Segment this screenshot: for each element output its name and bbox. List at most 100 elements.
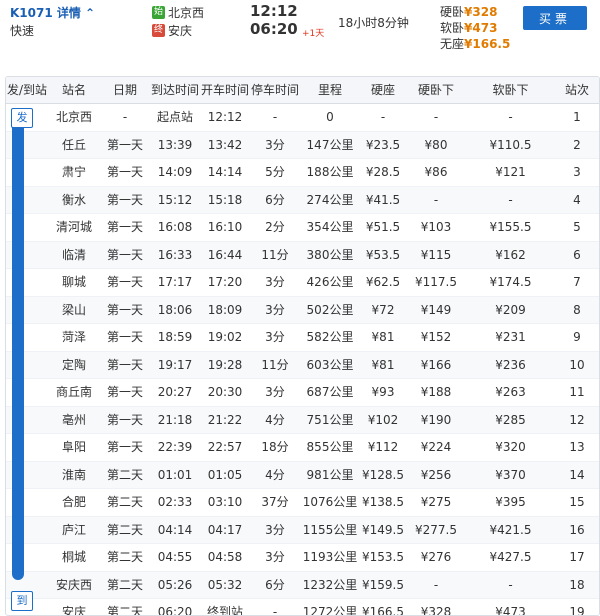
table-cell: 16:08 [157, 220, 193, 234]
table-row: 安庆 第二天 06:20 终到站 - 1272公里 ¥166.5 ¥328 ¥473 19 [6, 599, 599, 616]
col-header: 开车时间 [200, 83, 249, 97]
table-cell: 12 [569, 412, 585, 427]
table-cell: - [272, 605, 278, 616]
table-cell: 4 [573, 192, 581, 207]
table-cell: - [508, 577, 513, 592]
table-row: 菏泽 第一天 18:59 19:02 3分 582公里 ¥81 ¥152 ¥231 9 [6, 324, 599, 352]
table-cell: 1155公里 [302, 522, 358, 537]
start-badge-icon: 始 [152, 6, 165, 19]
table-row: 北京西 - 起点站 12:12 - 0 - - - 1 [6, 104, 599, 132]
table-cell: ¥224 [420, 440, 452, 454]
table-cell: 第二天 [106, 495, 143, 509]
table-cell: 10 [569, 357, 585, 372]
table-row: 庐江 第二天 04:14 04:17 3分 1155公里 ¥149.5 ¥277.5 ¥421.… [6, 516, 599, 544]
table-cell: ¥93 [371, 385, 395, 399]
table-cell: 04:58 [207, 550, 243, 564]
table-cell: 04:14 [157, 522, 193, 537]
table-cell: ¥86 [424, 165, 448, 179]
table-cell: 安庆 [61, 605, 86, 616]
table-row: 肃宁 第一天 14:09 14:14 5分 188公里 ¥28.5 ¥86 ¥121 3 [6, 159, 599, 187]
table-cell: 第一天 [106, 192, 143, 207]
table-cell: 5 [573, 220, 581, 234]
table-cell: 第二天 [106, 522, 143, 537]
table-cell: 15 [569, 495, 585, 509]
table-cell: 3分 [265, 522, 285, 537]
table-cell: 3分 [265, 330, 285, 344]
table-cell: 18:59 [157, 330, 193, 344]
col-header: 到达时间 [150, 83, 199, 97]
table-cell: 19:28 [207, 357, 243, 372]
table-row: 任丘 第一天 13:39 13:42 3分 147公里 ¥23.5 ¥80 ¥110.5 2 [6, 131, 599, 159]
table-cell: 1 [573, 110, 581, 124]
table-row: 商丘南 第一天 20:27 20:30 3分 687公里 ¥93 ¥188 ¥263 11 [6, 379, 599, 407]
table-cell: ¥115 [420, 247, 452, 262]
table-cell: ¥102 [367, 412, 399, 427]
table-cell: 衡水 [61, 192, 86, 207]
table-cell: 安庆西 [55, 577, 92, 592]
table-cell: 清河城 [55, 220, 92, 234]
price-hard-sleeper: 硬卧¥328 [440, 5, 498, 19]
table-cell: 11 [569, 385, 585, 399]
table-cell: 02:33 [157, 495, 193, 509]
table-cell: 7 [573, 275, 581, 289]
table-cell: - [272, 110, 278, 124]
table-cell: 274公里 [306, 192, 354, 207]
table-cell: 任丘 [61, 137, 86, 152]
table-body: 北京西 - 起点站 12:12-0- - -1 任丘 第一天 13:39 13:42 3分 147公里… [6, 104, 599, 616]
table-cell: - [433, 192, 439, 207]
table-cell: 8 [573, 302, 581, 317]
table-cell: ¥81 [371, 330, 395, 344]
table-cell: 855公里 [306, 440, 354, 454]
table-cell: 第二天 [106, 550, 143, 564]
table-cell: ¥421.5 [489, 522, 532, 537]
table-cell: 第一天 [106, 137, 143, 152]
table-cell: 22:39 [157, 440, 193, 454]
table-cell: 定陶 [61, 357, 86, 372]
table-cell: 147公里 [306, 137, 354, 152]
table-cell: 05:26 [157, 577, 193, 592]
table-cell: 37分 [261, 495, 289, 509]
table-cell: 11分 [261, 247, 289, 262]
from-station-name: 北京西 [168, 6, 205, 20]
col-header: 发/到站 [6, 83, 48, 97]
table-cell: 聊城 [61, 275, 86, 289]
table-cell: 1193公里 [302, 550, 358, 564]
table-cell: 17:17 [157, 275, 193, 289]
table-cell: ¥236 [495, 357, 526, 372]
table-cell: ¥263 [495, 385, 526, 399]
stops-table: 发/到站 站名 日期 到达时间 开车时间 停车时间 里程 硬座 硬卧下 软卧下 … [5, 76, 600, 616]
table-cell: 1272公里 [302, 605, 358, 616]
table-cell: 603公里 [306, 357, 354, 372]
train-detail-link[interactable]: K1071 详情 ⌃ [10, 4, 95, 21]
table-cell: - [508, 192, 513, 207]
table-cell: 14:14 [207, 165, 243, 179]
table-cell: ¥231 [495, 330, 526, 344]
table-cell: ¥121 [495, 165, 526, 179]
table-row: 梁山 第一天 18:06 18:09 3分 502公里 ¥72 ¥149 ¥209 8 [6, 296, 599, 324]
table-cell: 04:55 [157, 550, 193, 564]
table-row: 合肥 第二天 02:33 03:10 37分 1076公里 ¥138.5 ¥275 ¥395 15 [6, 489, 599, 517]
table-cell: 第一天 [106, 330, 143, 344]
table-cell: 16:44 [207, 247, 243, 262]
table-cell: ¥80 [424, 137, 448, 152]
table-cell: ¥162 [495, 247, 526, 262]
table-cell: ¥190 [420, 412, 452, 427]
price-no-seat: 无座¥166.5 [440, 37, 511, 51]
table-row: 阜阳 第一天 22:39 22:57 18分 855公里 ¥112 ¥224 ¥320 13 [6, 434, 599, 462]
table-cell: ¥23.5 [365, 137, 401, 152]
table-cell: 20:27 [157, 385, 193, 399]
table-cell: 20:30 [207, 385, 243, 399]
table-cell: ¥149 [420, 302, 452, 317]
table-cell: 6分 [265, 192, 285, 207]
table-cell: 终到站 [206, 605, 243, 616]
col-header: 停车时间 [250, 83, 299, 97]
buy-ticket-button[interactable]: 买票 [523, 6, 587, 30]
table-row: 淮南 第二天 01:01 01:05 4分 981公里 ¥128.5 ¥256 ¥370 14 [6, 461, 599, 489]
table-cell: ¥152 [420, 330, 452, 344]
table-cell: 380公里 [306, 247, 354, 262]
table-cell: ¥81 [371, 357, 395, 372]
table-cell: ¥138.5 [362, 495, 404, 509]
table-cell: ¥256 [420, 467, 452, 482]
table-cell: 17 [569, 550, 585, 564]
table-cell: 肃宁 [61, 165, 86, 179]
